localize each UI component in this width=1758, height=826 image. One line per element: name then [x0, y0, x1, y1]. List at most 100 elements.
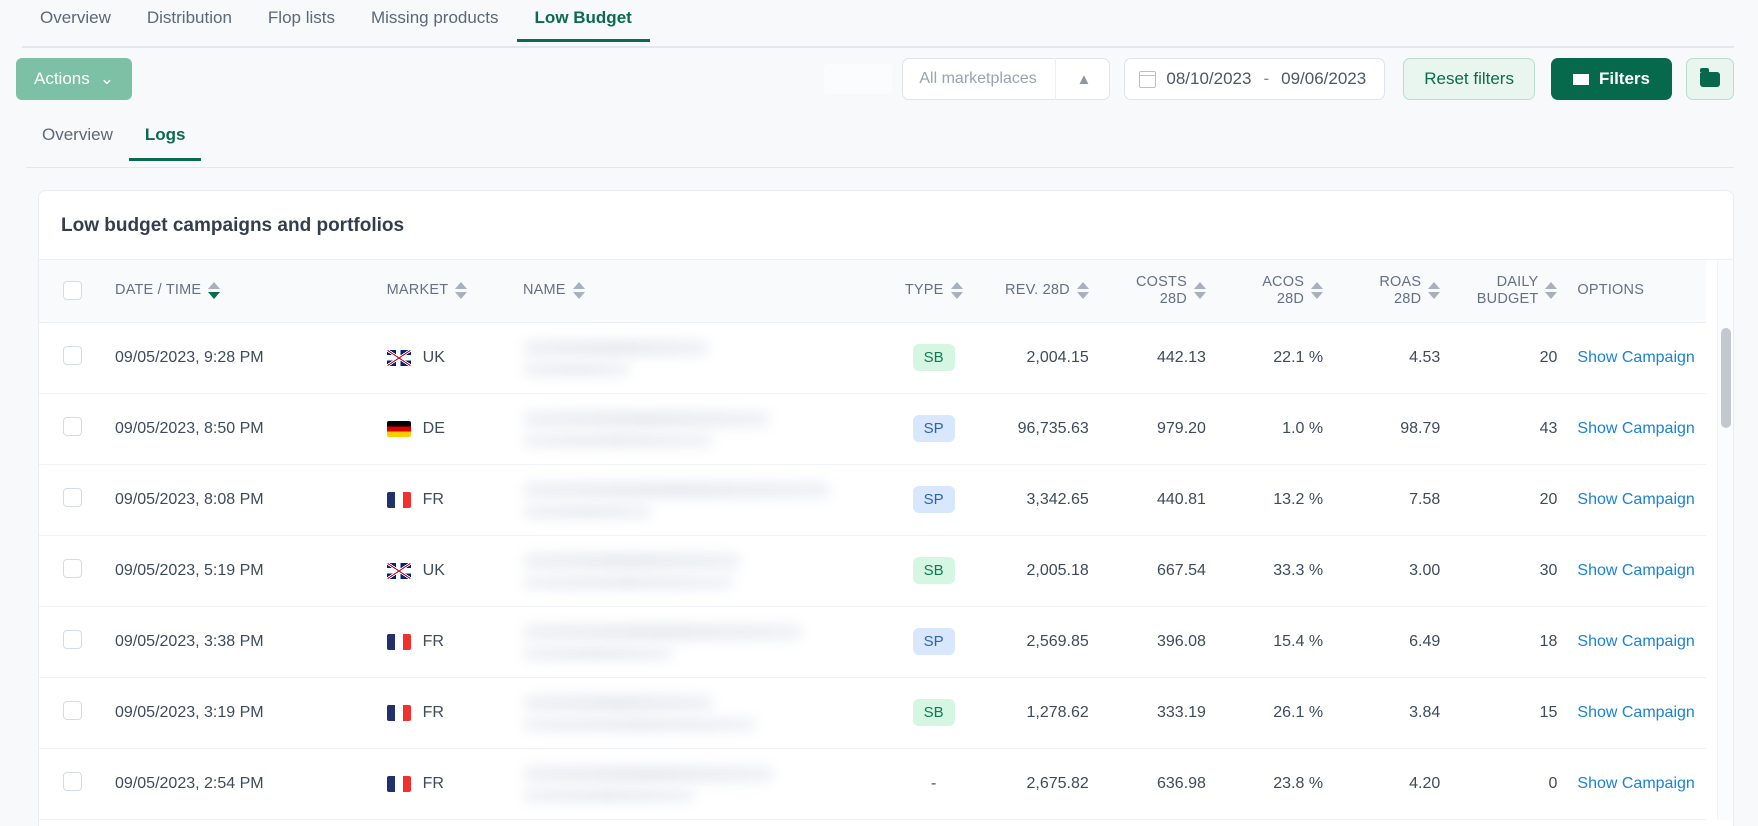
cell-market: UK: [376, 322, 513, 394]
sort-toggle-roas[interactable]: [1428, 282, 1441, 300]
filters-button[interactable]: Filters: [1550, 58, 1672, 100]
cell-date-text: 09/05/2023, 5:19 PM: [115, 561, 264, 579]
sort-toggle-market[interactable]: [455, 282, 468, 300]
flag-icon-de: [386, 420, 411, 437]
cell-market-text: UK: [422, 348, 445, 366]
cell-date: 09/05/2023, 5:19 PM: [105, 535, 377, 607]
table-row[interactable]: 09/05/2023, 8:50 PM DE SP 96,735.63 979.20 1.…: [39, 393, 1706, 465]
row-checkbox[interactable]: [62, 416, 82, 436]
date-range-end: 09/06/2023: [1281, 69, 1367, 88]
show-campaign-link[interactable]: Show Campaign: [1577, 774, 1696, 793]
show-campaign-link[interactable]: Show Campaign: [1577, 703, 1696, 722]
date-range-picker[interactable]: 08/10/2023 - 09/06/2023: [1124, 58, 1386, 100]
row-checkbox[interactable]: [62, 345, 82, 365]
sort-toggle-name[interactable]: [572, 282, 585, 300]
flag-icon-uk: [386, 349, 411, 366]
sort-toggle-type[interactable]: [950, 282, 963, 300]
row-checkbox[interactable]: [62, 771, 82, 791]
column-header-label2-costs: 28D: [1159, 290, 1187, 307]
sort-desc-arrow-icon: [572, 292, 585, 300]
primary-tab-overview[interactable]: Overview: [22, 0, 129, 42]
secondary-tab-overview[interactable]: Overview: [26, 116, 129, 161]
saved-views-button[interactable]: [1686, 58, 1734, 100]
cell-date-text: 09/05/2023, 8:50 PM: [115, 419, 264, 437]
marketplace-select[interactable]: All marketplaces ▲: [902, 58, 1111, 100]
sort-toggle-rev[interactable]: [1076, 282, 1089, 300]
cell-acos-28d: 1.0 %: [1215, 393, 1334, 465]
table-row[interactable]: 09/05/2023, 3:19 PM FR SB 1,278.62 333.19 26.…: [39, 677, 1706, 749]
cell-revenue-28d: 2,005.18: [976, 535, 1099, 607]
cell-date-text: 09/05/2023, 9:28 PM: [115, 348, 264, 366]
row-checkbox[interactable]: [62, 629, 82, 649]
column-header-label-options: OPTIONS: [1577, 282, 1645, 299]
cell-costs-28d: 667.54: [1098, 535, 1216, 607]
table-scrollbar-thumb[interactable]: [1721, 328, 1731, 428]
show-campaign-link[interactable]: Show Campaign: [1577, 348, 1696, 367]
column-header-market[interactable]: MARKET: [376, 260, 513, 323]
column-header-acos[interactable]: ACOS 28D: [1215, 260, 1334, 323]
type-badge: SP: [912, 415, 955, 442]
primary-tab-distribution[interactable]: Distribution: [129, 0, 250, 42]
cell-revenue-28d: 1,278.62: [976, 677, 1099, 749]
card-title: Low budget campaigns and portfolios: [39, 191, 1733, 260]
column-header-budget[interactable]: DAILY BUDGET: [1450, 260, 1568, 323]
row-checkbox[interactable]: [62, 487, 82, 507]
cell-costs-28d: 979.20: [1098, 393, 1216, 465]
redacted-name-line: [522, 646, 674, 660]
table-row[interactable]: 09/05/2023, 8:08 PM FR SP 3,342.65 440.81 13.…: [39, 464, 1706, 536]
table-row[interactable]: 09/05/2023, 2:54 PM FR - 2,675.82 636.98 23.8…: [39, 748, 1706, 820]
column-header-type[interactable]: TYPE: [891, 260, 977, 323]
cell-daily-budget: 15: [1450, 677, 1568, 749]
column-header-label2-acos: 28D: [1276, 290, 1305, 307]
column-header-costs[interactable]: COSTS 28D: [1098, 260, 1216, 323]
chevron-up-icon[interactable]: ▲: [1064, 71, 1103, 88]
cell-acos-28d: 22.1 %: [1215, 322, 1334, 394]
column-header-roas[interactable]: ROAS 28D: [1333, 260, 1451, 323]
primary-tab-flop-lists[interactable]: Flop lists: [250, 0, 353, 42]
redacted-name-line: [522, 410, 771, 427]
column-header-label-rev: REV. 28D: [1005, 282, 1070, 299]
redacted-name-line: [522, 694, 713, 711]
cell-costs-28d: 440.81: [1098, 464, 1216, 536]
show-campaign-link[interactable]: Show Campaign: [1577, 632, 1696, 651]
show-campaign-link[interactable]: Show Campaign: [1577, 419, 1696, 438]
row-checkbox[interactable]: [62, 700, 82, 720]
sort-toggle-acos[interactable]: [1311, 282, 1324, 300]
cell-revenue-28d: 3,342.65: [976, 464, 1099, 536]
flag-icon-fr: [386, 775, 411, 792]
actions-button[interactable]: Actions ⌄: [16, 58, 132, 100]
primary-tab-low-budget[interactable]: Low Budget: [516, 0, 651, 42]
type-badge: SP: [912, 486, 955, 513]
redacted-name-line: [522, 788, 695, 802]
sort-toggle-costs[interactable]: [1193, 282, 1206, 300]
secondary-tab-logs[interactable]: Logs: [128, 116, 202, 161]
table-row[interactable]: 09/05/2023, 5:19 PM UK SB 2,005.18 667.54 33.…: [39, 535, 1706, 607]
column-header-rev[interactable]: REV. 28D: [976, 260, 1099, 323]
show-campaign-link[interactable]: Show Campaign: [1577, 490, 1696, 509]
table-row[interactable]: 09/05/2023, 9:28 PM UK SB 2,004.15 442.13 22.…: [39, 322, 1706, 394]
cell-options: Show Campaign: [1567, 464, 1706, 536]
cell-costs-28d: 396.08: [1098, 606, 1216, 678]
cell-options: Show Campaign: [1567, 535, 1706, 607]
sort-toggle-budget[interactable]: [1545, 282, 1558, 300]
reset-filters-button[interactable]: Reset filters: [1403, 58, 1535, 100]
table-header-row: DATE / TIME MARKET NAME TYPE REV. 28D COSTS 28…: [39, 260, 1706, 323]
table-row[interactable]: 09/05/2023, 3:38 PM FR SP 2,569.85 396.08 15.…: [39, 606, 1706, 678]
primary-tab-missing-products[interactable]: Missing products: [353, 0, 517, 42]
cell-date-text: 09/05/2023, 3:38 PM: [115, 632, 264, 650]
actions-button-label: Actions: [34, 69, 90, 88]
cell-type: -: [891, 748, 977, 820]
cell-market-text: FR: [422, 774, 444, 792]
folder-icon: [1700, 67, 1720, 87]
cell-type-text: -: [931, 774, 937, 792]
show-campaign-link[interactable]: Show Campaign: [1577, 561, 1696, 580]
cell-name: [512, 393, 892, 465]
row-checkbox[interactable]: [62, 558, 82, 578]
column-header-date[interactable]: DATE / TIME: [105, 260, 377, 323]
sort-asc-arrow-icon: [1076, 282, 1089, 290]
cell-market-text: FR: [422, 632, 444, 650]
column-header-name[interactable]: NAME: [512, 260, 892, 323]
table-vertical-scrollbar[interactable]: [1717, 260, 1733, 820]
select-all-checkbox[interactable]: [62, 281, 82, 301]
sort-toggle-date[interactable]: [208, 282, 221, 300]
